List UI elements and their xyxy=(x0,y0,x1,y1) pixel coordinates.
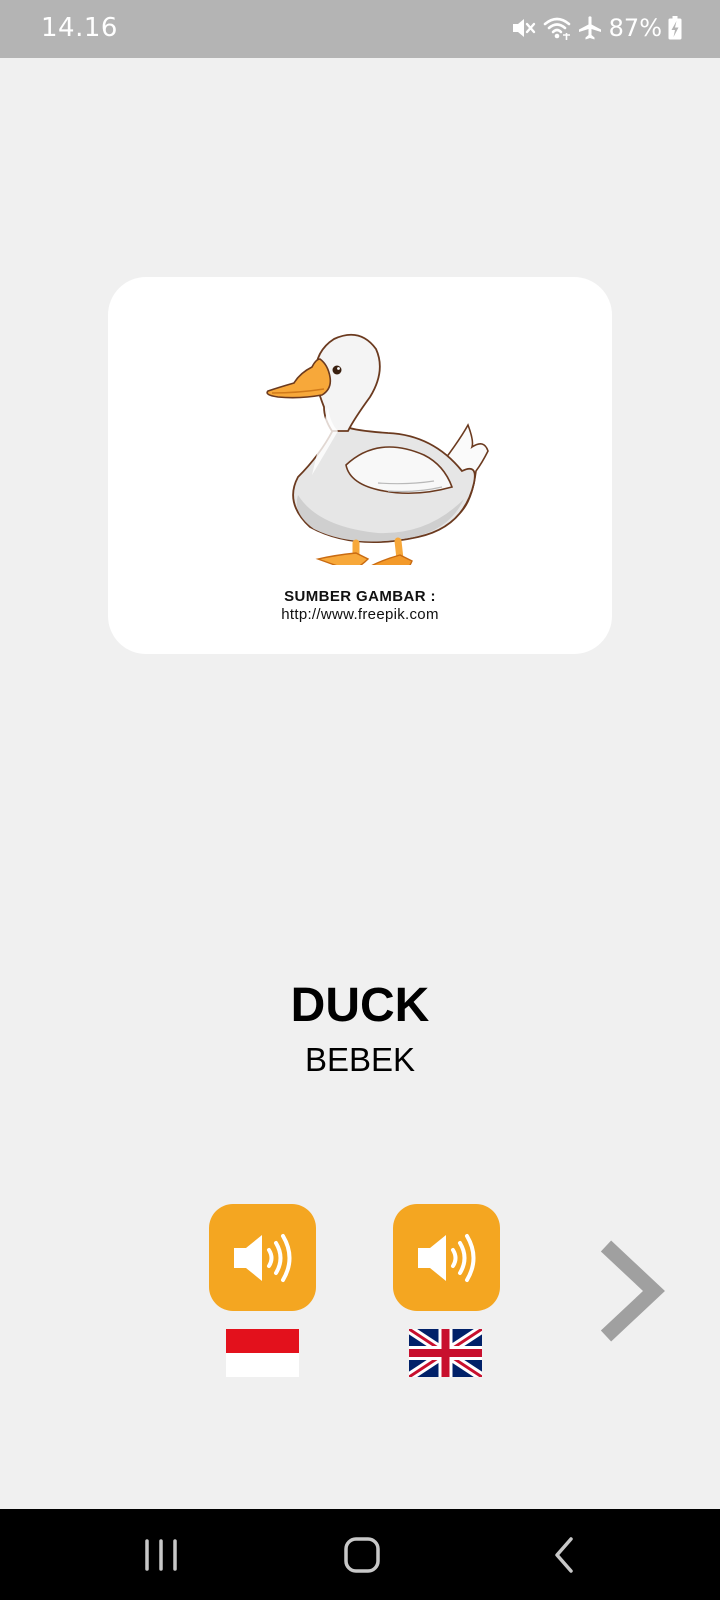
play-indonesian-button[interactable] xyxy=(209,1204,316,1311)
status-bar: 14.16 87% xyxy=(0,0,720,58)
indonesia-flag xyxy=(226,1329,299,1377)
airplane-mode-icon xyxy=(577,15,603,41)
status-time: 14.16 xyxy=(41,13,118,43)
indonesian-word: BEBEK xyxy=(304,1041,416,1078)
image-card: SUMBER GAMBAR : http://www.freepik.com xyxy=(108,277,612,654)
chevron-right-icon xyxy=(600,1240,665,1342)
back-button[interactable] xyxy=(533,1533,593,1577)
navigation-bar xyxy=(0,1509,720,1600)
battery-charging-icon xyxy=(668,16,682,40)
speaker-icon xyxy=(417,1233,475,1282)
mute-icon xyxy=(511,15,537,41)
image-credit-title: SUMBER GAMBAR : xyxy=(284,588,436,605)
english-word: DUCK xyxy=(290,979,430,1032)
status-icons: 87% xyxy=(511,12,682,44)
next-button[interactable] xyxy=(596,1238,668,1344)
speaker-icon xyxy=(233,1233,291,1282)
wifi-icon xyxy=(543,15,571,41)
play-english-button[interactable] xyxy=(393,1204,500,1311)
uk-flag xyxy=(409,1329,482,1377)
home-button[interactable] xyxy=(332,1533,392,1577)
battery-percentage: 87% xyxy=(608,14,662,42)
duck-illustration xyxy=(266,333,489,565)
image-credit-url: http://www.freepik.com xyxy=(281,606,439,623)
recents-button[interactable] xyxy=(131,1533,191,1577)
